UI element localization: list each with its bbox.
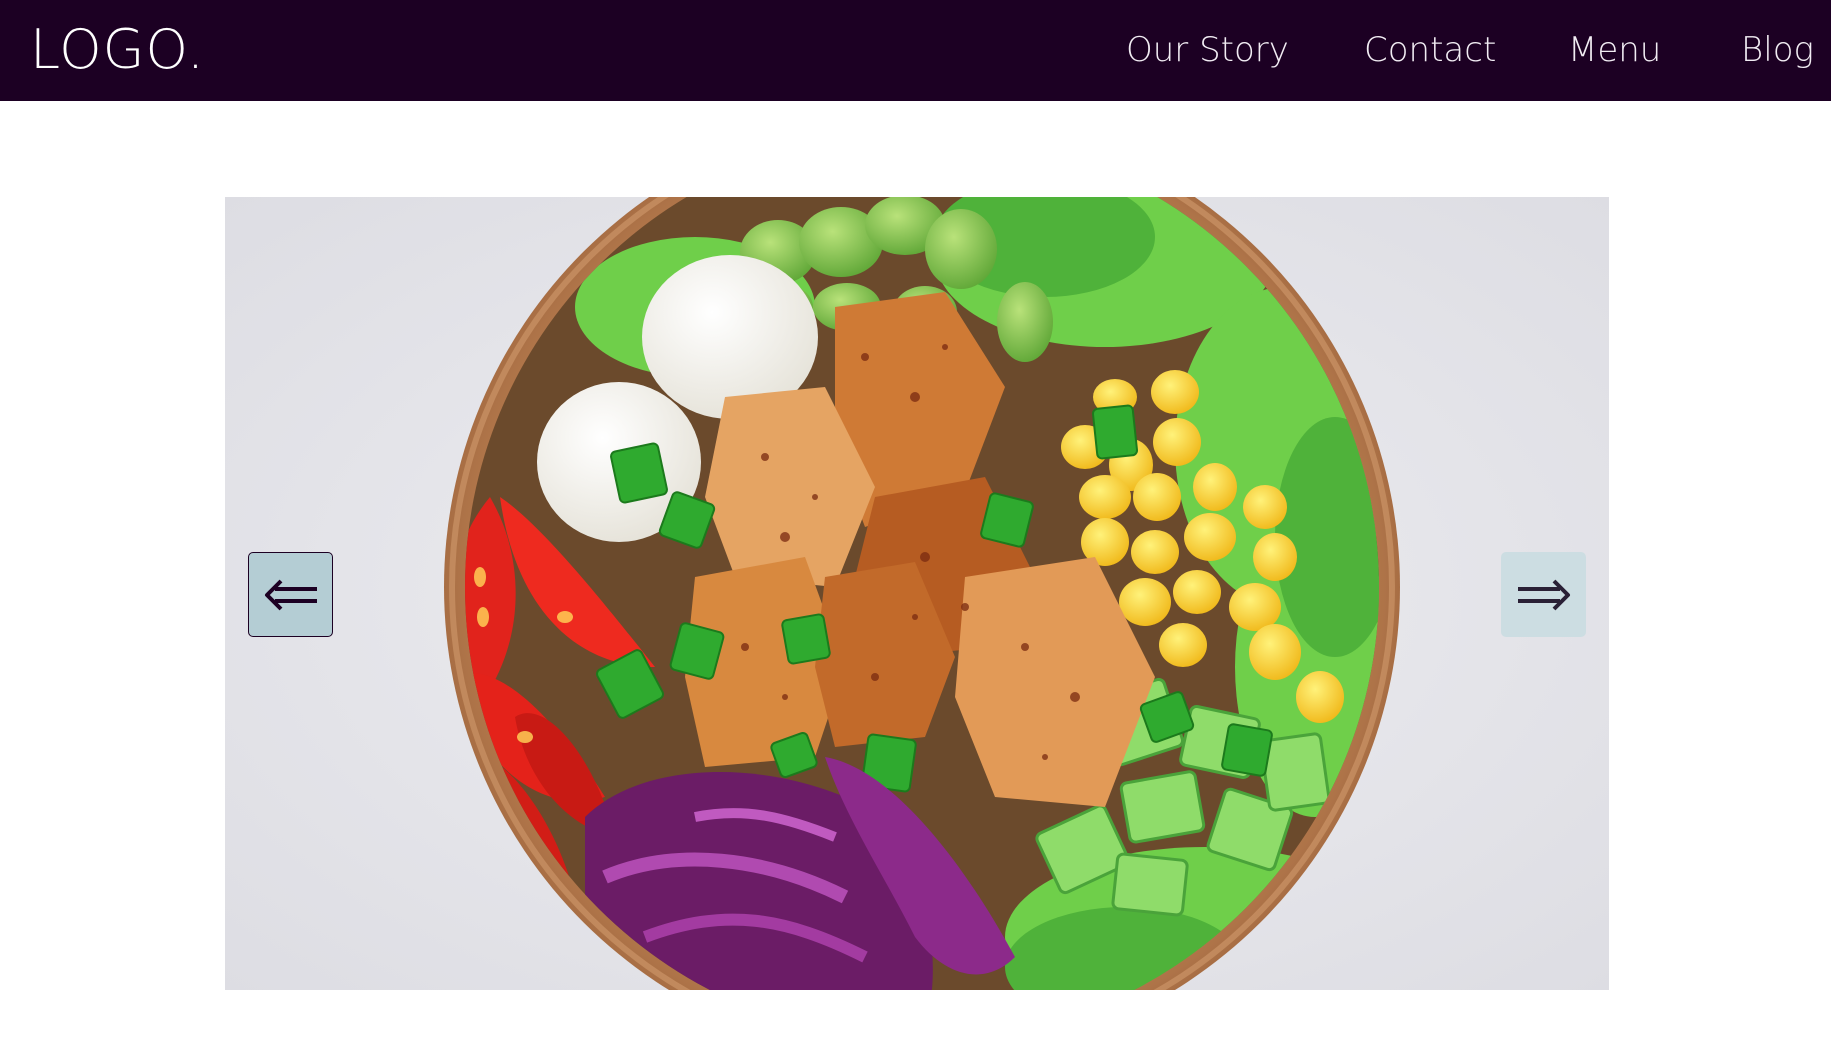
slider-next-button[interactable]	[1501, 552, 1586, 637]
nav-link-blog[interactable]: Blog	[1741, 26, 1814, 74]
nav-link-our-story[interactable]: Our Story	[1126, 26, 1289, 74]
nav-link-menu[interactable]: Menu	[1568, 26, 1661, 74]
site-logo[interactable]: LOGO.	[30, 18, 205, 82]
slider-previous-button[interactable]	[248, 552, 333, 637]
image-slider	[225, 197, 1609, 990]
double-left-arrow-icon	[264, 579, 317, 610]
nav-link-contact[interactable]: Contact	[1364, 26, 1496, 74]
double-right-arrow-icon	[1517, 579, 1570, 610]
salad-bowl-image	[225, 197, 1609, 990]
top-navigation-bar: LOGO. Our Story Contact Menu Blog	[0, 0, 1831, 101]
